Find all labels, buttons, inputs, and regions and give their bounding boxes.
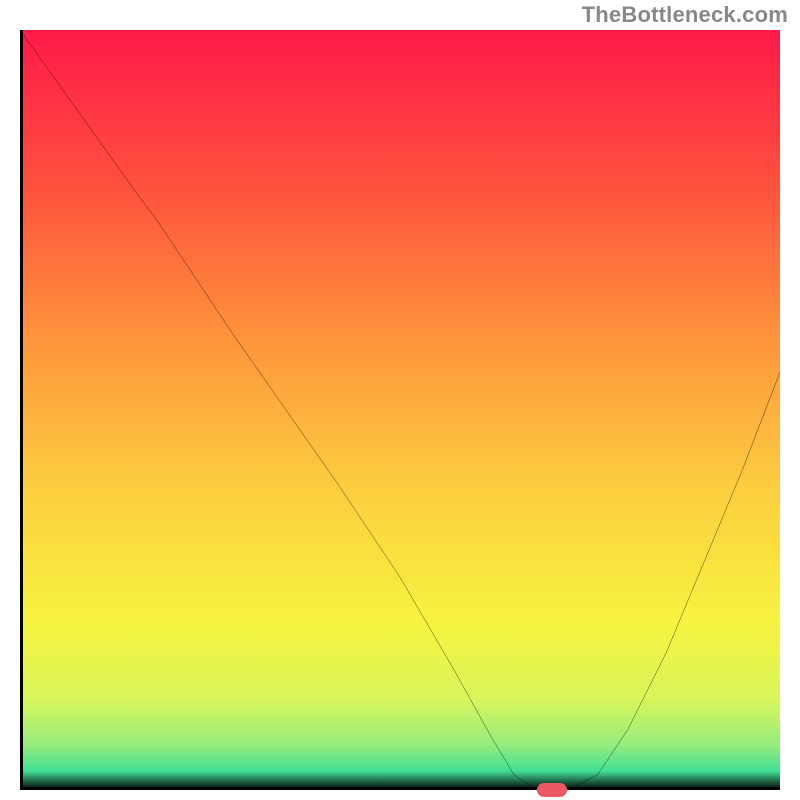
chart-frame <box>20 30 780 790</box>
gradient-background <box>20 30 780 790</box>
selected-point-marker <box>537 783 567 797</box>
watermark-label: TheBottleneck.com <box>582 2 788 28</box>
chart-container: TheBottleneck.com <box>0 0 800 800</box>
